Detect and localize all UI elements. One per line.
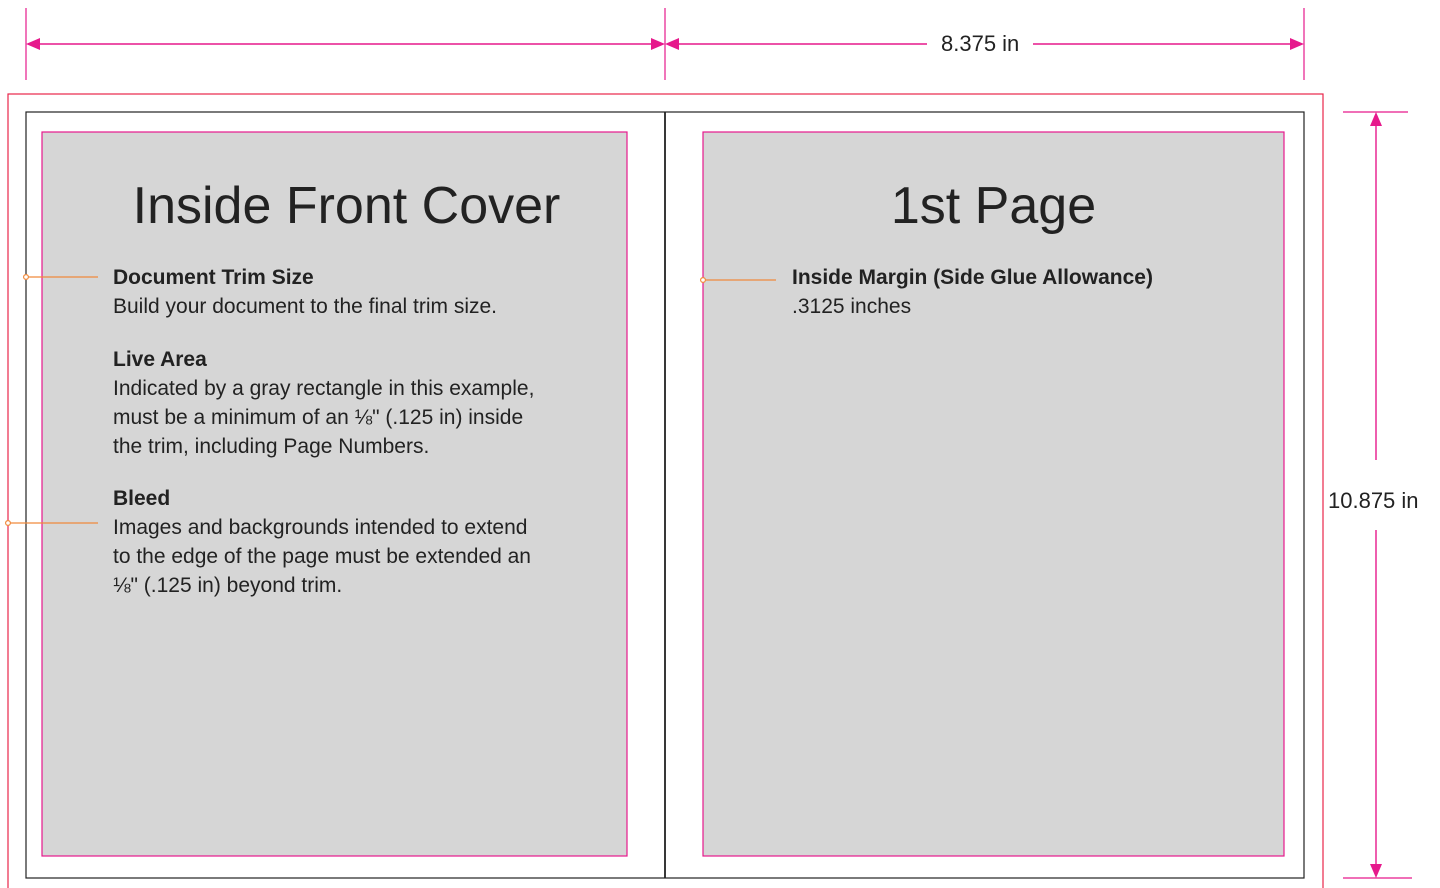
width-label: 8.375 in bbox=[927, 31, 1034, 57]
callout-heading: Document Trim Size bbox=[113, 266, 314, 289]
width-dimension bbox=[25, 8, 1305, 80]
callout-body-line: Images and backgrounds intended to exten… bbox=[113, 516, 528, 539]
callout-body-line: Build your document to the final trim si… bbox=[113, 295, 498, 318]
arrow-head bbox=[26, 38, 40, 50]
right-page-title: 1st Page bbox=[890, 177, 1097, 235]
callout-heading: Bleed bbox=[113, 487, 171, 510]
arrow-head bbox=[665, 38, 679, 50]
arrow-head bbox=[1370, 864, 1382, 878]
callout-body-line: ⅛" (.125 in) beyond trim. bbox=[113, 574, 343, 597]
height-label: 10.875 in bbox=[1324, 482, 1419, 520]
arrow-head bbox=[1290, 38, 1304, 50]
callout-heading: Live Area bbox=[113, 348, 207, 371]
arrow-head bbox=[651, 38, 665, 50]
callout-body-line: Indicated by a gray rectangle in this ex… bbox=[113, 377, 535, 400]
callout-body-line: the trim, including Page Numbers. bbox=[113, 435, 430, 458]
callout-trim-size: Document Trim Size Build your document t… bbox=[113, 263, 613, 321]
callout-body-line: to the edge of the page must be extended… bbox=[113, 545, 531, 568]
live-area-right bbox=[702, 131, 1285, 857]
arrow-head bbox=[1370, 112, 1382, 126]
callout-bleed: Bleed Images and backgrounds intended to… bbox=[113, 484, 613, 600]
callout-body-line: .3125 inches bbox=[792, 295, 912, 318]
callout-body-line: must be a minimum of an ⅛" (.125 in) ins… bbox=[113, 406, 524, 429]
callout-heading: Inside Margin (Side Glue Allowance) bbox=[792, 266, 1153, 289]
callout-inside-margin: Inside Margin (Side Glue Allowance) .312… bbox=[792, 263, 1272, 321]
left-page-title: Inside Front Cover bbox=[132, 177, 561, 235]
callout-live-area: Live Area Indicated by a gray rectangle … bbox=[113, 345, 613, 461]
